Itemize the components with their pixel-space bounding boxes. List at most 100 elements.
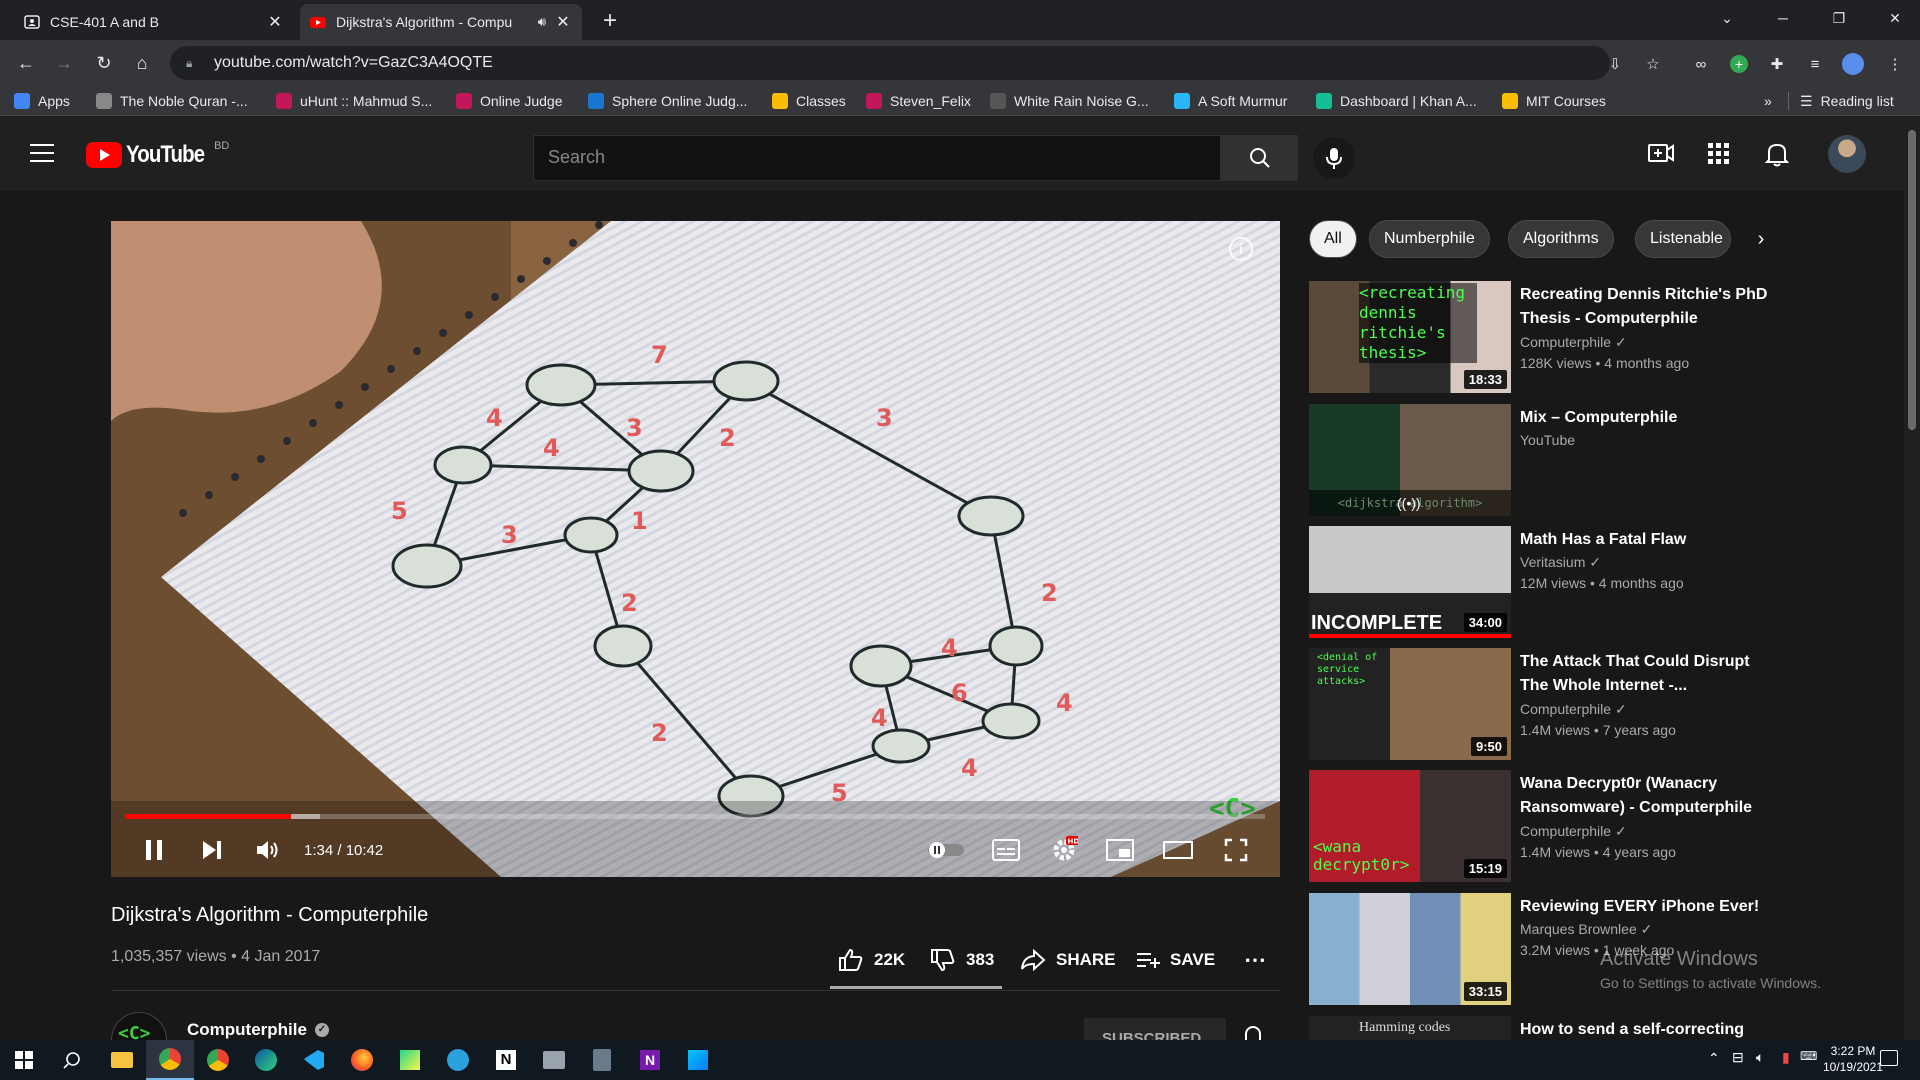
start-button[interactable] xyxy=(0,1040,48,1080)
tab-youtube[interactable]: Dijkstra's Algorithm - Compu 🔊︎ ✕ xyxy=(300,4,582,40)
new-tab-button[interactable]: + xyxy=(595,6,625,36)
miniplayer-button[interactable] xyxy=(1104,834,1136,866)
volume-tray-icon[interactable]: 🔈︎ xyxy=(1756,1049,1764,1066)
extension-green-icon[interactable]: + xyxy=(1728,53,1750,75)
edge-taskbar-icon[interactable] xyxy=(242,1040,290,1080)
network-icon[interactable]: ⊟ xyxy=(1732,1049,1744,1066)
reload-button[interactable]: ↻ xyxy=(90,49,118,77)
channel-name[interactable]: Computerphile ✓ xyxy=(187,1020,329,1040)
search-input[interactable]: Search xyxy=(533,135,1221,181)
recommended-video[interactable]: <recreating dennis ritchie's thesis> 18:… xyxy=(1309,281,1769,393)
bookmark-item[interactable]: White Rain Noise G... xyxy=(990,91,1149,111)
recommended-video[interactable]: INCOMPLETE 34:00 Math Has a Fatal Flaw V… xyxy=(1309,526,1769,638)
channel-name[interactable]: Computerphile ✓ xyxy=(1520,701,1627,718)
firefox-taskbar-icon[interactable] xyxy=(338,1040,386,1080)
create-video-icon[interactable] xyxy=(1648,141,1674,170)
apps-grid-icon[interactable] xyxy=(1708,143,1730,170)
taskbar-search-icon[interactable] xyxy=(48,1040,96,1080)
chip-listenable[interactable]: Listenable xyxy=(1635,220,1731,258)
lock-icon[interactable]: 🔒︎ xyxy=(186,56,200,71)
video-title[interactable]: How to send a self-correcting xyxy=(1520,1018,1769,1040)
voice-search-button[interactable] xyxy=(1313,137,1355,179)
tab-search-icon[interactable]: ⌄ xyxy=(1704,0,1750,36)
video-title[interactable]: Mix – Computerphile xyxy=(1520,406,1770,430)
chip-all[interactable]: All xyxy=(1309,220,1357,258)
tab-cse401[interactable]: CSE-401 A and B ✕ xyxy=(14,4,294,40)
bookmark-item[interactable]: Apps xyxy=(14,91,70,111)
recommended-video[interactable]: <denial of service attacks> 9:50 The Att… xyxy=(1309,648,1769,760)
restore-button[interactable]: ❐ xyxy=(1816,0,1862,36)
calculator-taskbar-icon[interactable] xyxy=(578,1040,626,1080)
battery-tray-icon[interactable]: ▮ xyxy=(1782,1049,1790,1066)
notifications-bell-icon[interactable] xyxy=(1764,141,1790,172)
minimize-button[interactable]: ─ xyxy=(1760,0,1806,36)
pycharm-taskbar-icon[interactable] xyxy=(386,1040,434,1080)
extension-icon[interactable]: ∞ xyxy=(1690,53,1712,75)
channel-name[interactable]: Veritasium ✓ xyxy=(1520,554,1601,571)
hamburger-menu-icon[interactable] xyxy=(30,144,54,164)
webstorm-taskbar-icon[interactable] xyxy=(674,1040,722,1080)
vscode-taskbar-icon[interactable] xyxy=(290,1040,338,1080)
close-window-button[interactable]: ✕ xyxy=(1872,0,1918,36)
chrome-profile-taskbar-icon[interactable] xyxy=(194,1040,242,1080)
keyboard-language-icon[interactable]: ⌨︎ xyxy=(1800,1049,1817,1063)
address-bar[interactable]: 🔒︎ youtube.com/watch?v=GazC3A4OQTE xyxy=(170,46,1610,80)
bookmarks-overflow-button[interactable]: » xyxy=(1764,91,1772,111)
video-thumbnail[interactable]: <dijkstra algorithm> ((•)) xyxy=(1309,404,1511,516)
video-title[interactable]: Recreating Dennis Ritchie's PhD Thesis -… xyxy=(1520,283,1770,331)
chrome-menu-icon[interactable]: ⋮ xyxy=(1884,53,1906,75)
bookmark-item[interactable]: uHunt :: Mahmud S... xyxy=(276,91,432,111)
home-button[interactable]: ⌂ xyxy=(128,49,156,77)
action-center-icon[interactable] xyxy=(1880,1050,1898,1066)
video-thumbnail[interactable]: INCOMPLETE 34:00 xyxy=(1309,526,1511,638)
bookmark-item[interactable]: Steven_Felix xyxy=(866,91,971,111)
fullscreen-button[interactable] xyxy=(1220,834,1252,866)
pause-button[interactable] xyxy=(138,834,170,866)
profile-avatar-icon[interactable] xyxy=(1842,53,1864,75)
autoplay-toggle[interactable] xyxy=(926,834,966,866)
file-explorer-icon[interactable] xyxy=(98,1040,146,1080)
bookmark-item[interactable]: Online Judge xyxy=(456,91,563,111)
back-button[interactable]: ← xyxy=(12,49,40,77)
channel-name[interactable]: Computerphile ✓ xyxy=(1520,823,1627,840)
theater-mode-button[interactable] xyxy=(1162,834,1194,866)
bookmark-star-icon[interactable]: ☆ xyxy=(1642,53,1664,75)
search-button[interactable] xyxy=(1221,135,1298,181)
telegram-taskbar-icon[interactable] xyxy=(434,1040,482,1080)
chips-next-icon[interactable]: › xyxy=(1748,226,1774,252)
like-button[interactable]: 22K xyxy=(838,946,905,974)
reading-list-button[interactable]: ☰ Reading list xyxy=(1800,91,1894,111)
bookmark-item[interactable]: MIT Courses xyxy=(1502,91,1606,111)
chip-algorithms[interactable]: Algorithms xyxy=(1508,220,1614,258)
more-actions-button[interactable]: ⋯ xyxy=(1244,946,1266,974)
bookmark-item[interactable]: Dashboard | Khan A... xyxy=(1316,91,1477,111)
bookmark-item[interactable]: Sphere Online Judg... xyxy=(588,91,747,111)
app-taskbar-icon[interactable] xyxy=(530,1040,578,1080)
save-button[interactable]: SAVE xyxy=(1136,946,1215,974)
video-thumbnail[interactable]: <wana decrypt0r> 15:19 xyxy=(1309,770,1511,882)
account-avatar[interactable] xyxy=(1828,135,1866,173)
media-control-icon[interactable]: ≡ xyxy=(1804,53,1826,75)
video-player[interactable]: 734 324 531 224 644 245 <C> i xyxy=(111,221,1280,877)
extensions-puzzle-icon[interactable]: ✚ xyxy=(1766,53,1788,75)
video-thumbnail[interactable]: <recreating dennis ritchie's thesis> 18:… xyxy=(1309,281,1511,393)
forward-button[interactable]: → xyxy=(50,49,78,77)
video-title[interactable]: The Attack That Could Disrupt The Whole … xyxy=(1520,650,1770,698)
channel-name[interactable]: Marques Brownlee ✓ xyxy=(1520,921,1652,938)
dislike-button[interactable]: 383 xyxy=(930,946,994,974)
video-title[interactable]: Wana Decrypt0r (Wanacry Ransomware) - Co… xyxy=(1520,772,1770,820)
bookmark-item[interactable]: The Noble Quran -... xyxy=(96,91,248,111)
close-tab-icon[interactable]: ✕ xyxy=(266,12,284,32)
video-title[interactable]: Reviewing EVERY iPhone Ever! xyxy=(1520,895,1770,919)
recommended-video[interactable]: <wana decrypt0r> 15:19 Wana Decrypt0r (W… xyxy=(1309,770,1769,882)
video-title[interactable]: Math Has a Fatal Flaw xyxy=(1520,528,1770,552)
settings-button[interactable]: HD xyxy=(1048,834,1080,866)
show-hidden-icons[interactable]: ⌃ xyxy=(1708,1050,1720,1067)
chrome-taskbar-icon[interactable] xyxy=(146,1040,194,1080)
recommended-mix[interactable]: <dijkstra algorithm> ((•)) Mix – Compute… xyxy=(1309,404,1769,516)
install-app-icon[interactable]: ⇩ xyxy=(1604,53,1626,75)
share-button[interactable]: SHARE xyxy=(1020,946,1116,974)
recommended-video[interactable]: Hamming codes How to send a self-correct… xyxy=(1309,1016,1769,1040)
bookmark-item[interactable]: A Soft Murmur xyxy=(1174,91,1287,111)
subscribe-button[interactable]: SUBSCRIBED xyxy=(1084,1018,1226,1040)
